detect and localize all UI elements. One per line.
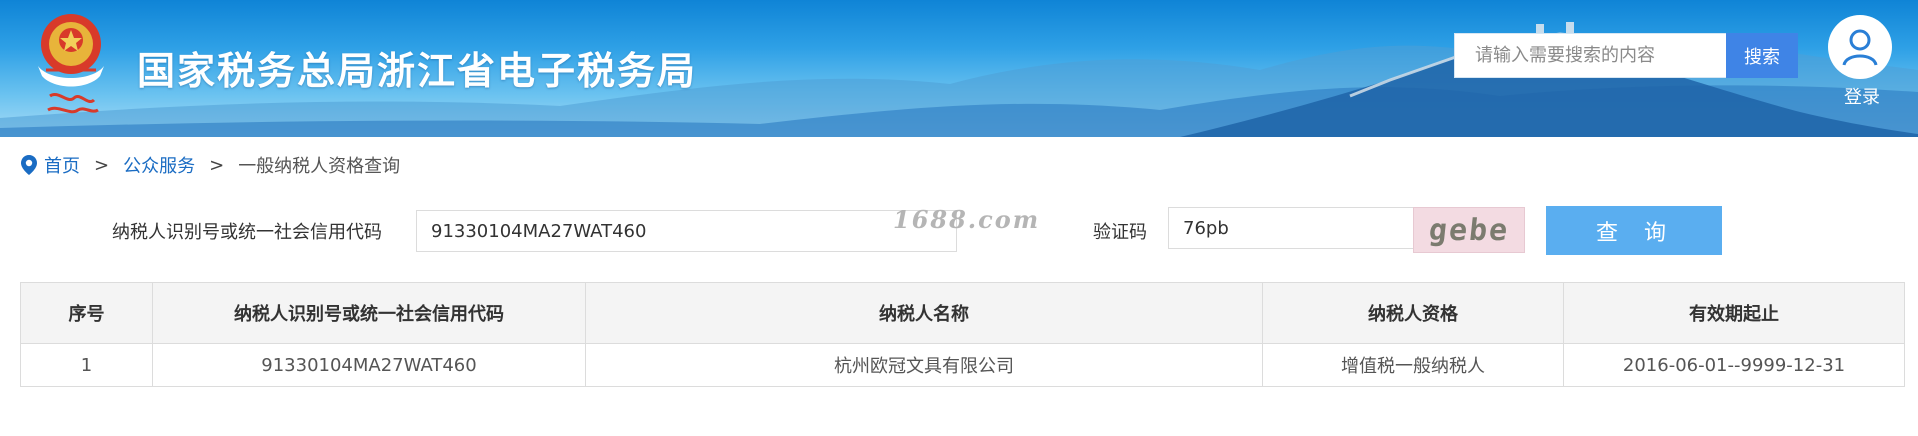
breadcrumb: 首页 > 公众服务 > 一般纳税人资格查询 xyxy=(20,152,400,178)
taxpayer-id-field xyxy=(416,210,957,252)
column-header-qualification: 纳税人资格 xyxy=(1262,282,1564,344)
search-input[interactable] xyxy=(1455,34,1726,77)
query-button[interactable]: 查 询 xyxy=(1546,206,1722,255)
captcha-field xyxy=(1168,207,1414,249)
taxpayer-id-input[interactable] xyxy=(417,211,956,251)
breadcrumb-home-link[interactable]: 首页 xyxy=(44,152,80,178)
login-button[interactable]: 登录 xyxy=(1828,15,1896,109)
cell-taxpayer-id: 91330104MA27WAT460 xyxy=(152,343,586,387)
cell-validity: 2016-06-01--9999-12-31 xyxy=(1563,343,1905,387)
table-header-row: 序号 纳税人识别号或统一社会信用代码 纳税人名称 纳税人资格 有效期起止 xyxy=(20,282,1905,344)
breadcrumb-separator: > xyxy=(209,154,225,176)
breadcrumb-separator: > xyxy=(94,154,110,176)
column-header-validity: 有效期起止 xyxy=(1563,282,1905,344)
breadcrumb-public-services-link[interactable]: 公众服务 xyxy=(123,152,195,178)
table-row: 1 91330104MA27WAT460 杭州欧冠文具有限公司 增值税一般纳税人… xyxy=(20,343,1905,387)
national-emblem-icon xyxy=(28,10,114,126)
login-label[interactable]: 登录 xyxy=(1828,83,1896,109)
captcha-image[interactable]: gebe xyxy=(1413,207,1525,253)
column-header-taxpayer-id: 纳税人识别号或统一社会信用代码 xyxy=(152,282,586,344)
user-avatar-icon[interactable] xyxy=(1828,15,1892,79)
cell-qualification: 增值税一般纳税人 xyxy=(1262,343,1564,387)
search-button[interactable]: 搜索 xyxy=(1726,33,1798,78)
cell-index: 1 xyxy=(20,343,153,387)
captcha-image-text: gebe xyxy=(1427,212,1511,248)
location-pin-icon xyxy=(21,155,37,175)
column-header-index: 序号 xyxy=(20,282,153,344)
search-box xyxy=(1454,33,1727,78)
site-title: 国家税务总局浙江省电子税务局 xyxy=(137,49,698,93)
captcha-label: 验证码 xyxy=(1093,222,1147,243)
site-header: 国家税务总局浙江省电子税务局 搜索 登录 xyxy=(0,0,1918,137)
taxpayer-id-label: 纳税人识别号或统一社会信用代码 xyxy=(112,222,382,243)
column-header-taxpayer-name: 纳税人名称 xyxy=(585,282,1263,344)
cell-taxpayer-name: 杭州欧冠文具有限公司 xyxy=(585,343,1263,387)
watermark: 1688.com xyxy=(893,205,1041,234)
breadcrumb-current: 一般纳税人资格查询 xyxy=(238,156,401,177)
results-table: 序号 纳税人识别号或统一社会信用代码 纳税人名称 纳税人资格 有效期起止 1 9… xyxy=(20,282,1905,387)
captcha-input[interactable] xyxy=(1169,208,1413,248)
